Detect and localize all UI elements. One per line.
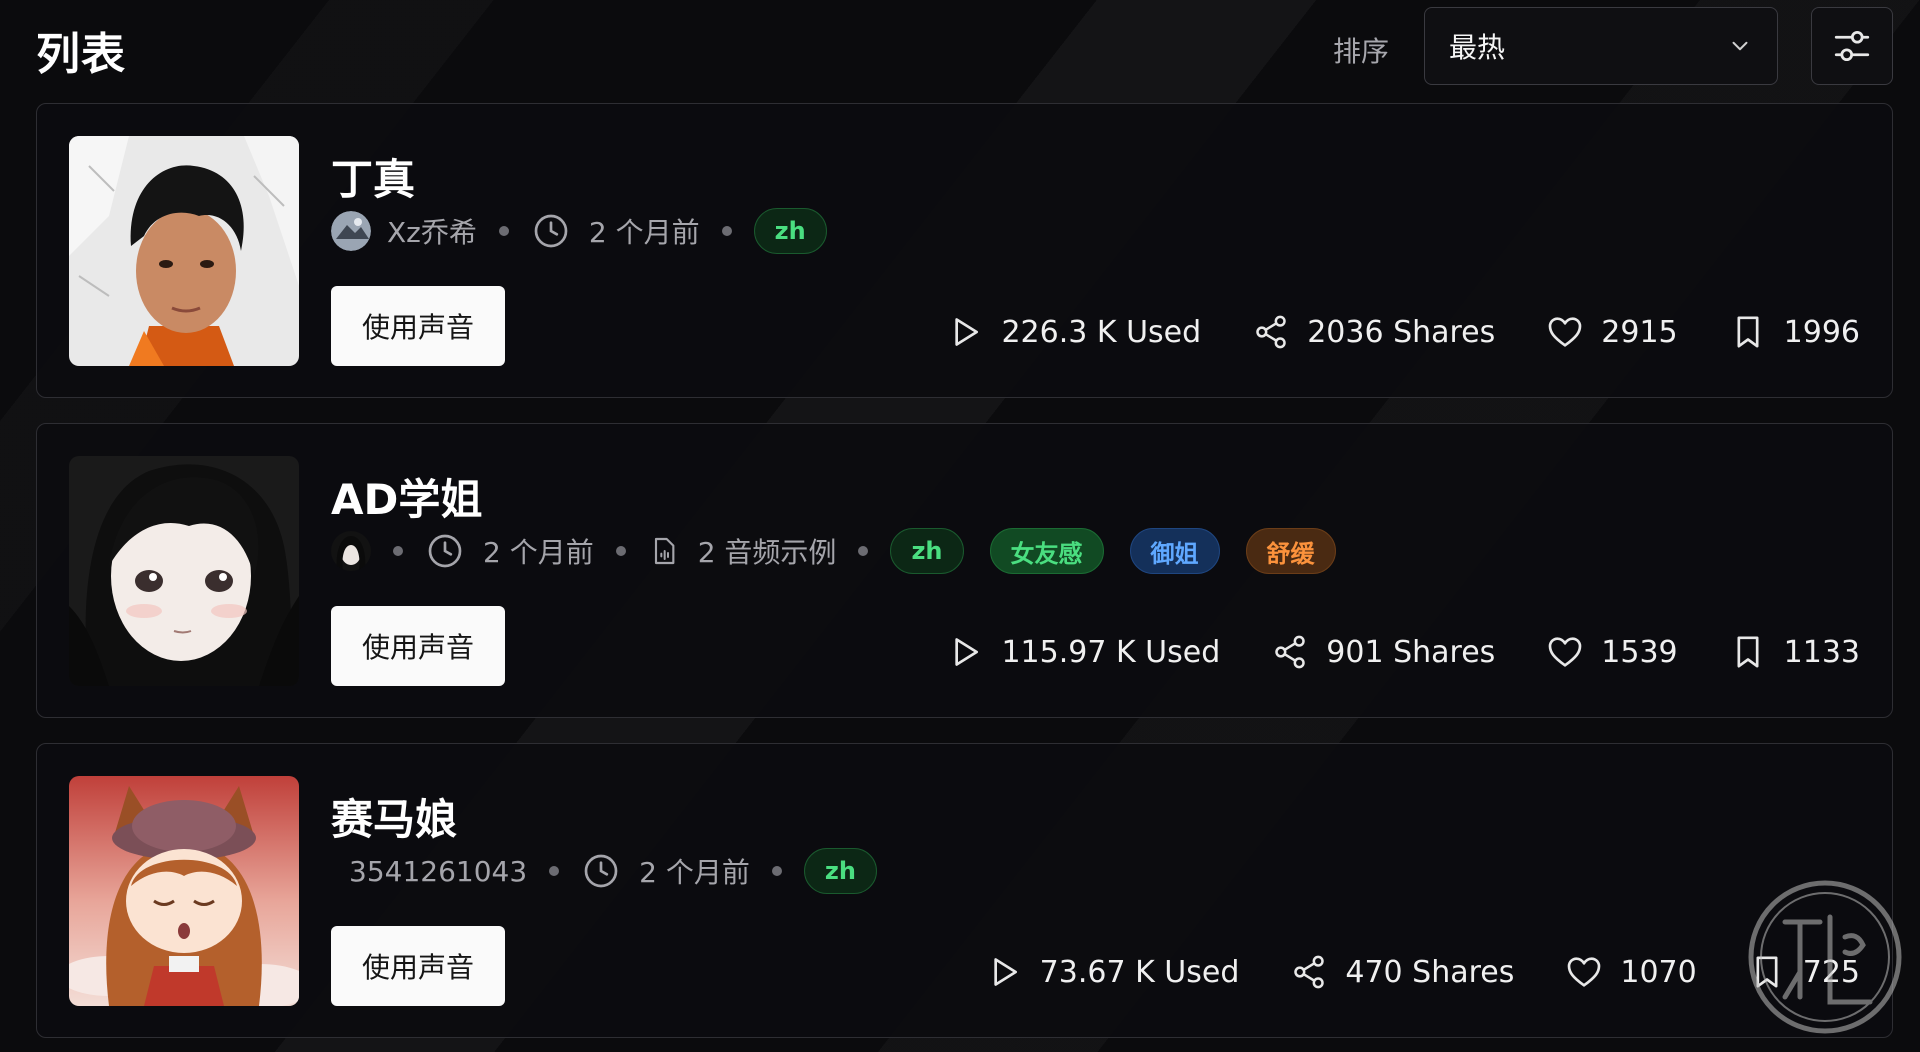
like-count: 1070 — [1620, 954, 1697, 990]
voice-name[interactable]: 赛马娘 — [331, 786, 457, 847]
share-count: 470 Shares — [1345, 954, 1515, 990]
like-stat[interactable]: 2915 — [1545, 312, 1678, 352]
used-stat[interactable]: 115.97 K Used — [945, 632, 1220, 672]
use-voice-button[interactable]: 使用声音 — [331, 286, 505, 366]
separator-dot — [615, 546, 626, 556]
voice-card[interactable]: 丁真 Xz乔希 2 个月前 zh 使用声音 226.3 K Used 2036 … — [36, 103, 1893, 398]
style-tag: 女友感 — [989, 528, 1104, 574]
separator-dot — [498, 226, 509, 236]
separator-dot — [858, 546, 869, 556]
filter-button[interactable] — [1811, 7, 1893, 85]
author-avatar[interactable] — [331, 531, 371, 571]
separator-dot — [549, 866, 560, 876]
sample-count: 2 音频示例 — [697, 536, 837, 569]
sort-select[interactable]: 最热 — [1424, 7, 1778, 85]
clock-icon — [531, 211, 571, 251]
share-stat[interactable]: 2036 Shares — [1251, 312, 1495, 352]
used-stat[interactable]: 226.3 K Used — [945, 312, 1201, 352]
style-tag: 御姐 — [1129, 528, 1220, 574]
voice-meta: 3541261043 2 个月前 zh — [349, 847, 903, 895]
voice-avatar[interactable] — [69, 456, 299, 686]
share-icon — [1289, 952, 1329, 992]
bookmark-icon — [1728, 312, 1768, 352]
heart-icon — [1545, 312, 1585, 352]
like-count: 2915 — [1601, 314, 1678, 350]
use-voice-button[interactable]: 使用声音 — [331, 926, 505, 1006]
style-tag: 舒缓 — [1245, 528, 1336, 574]
separator-dot — [721, 226, 732, 236]
used-count: 73.67 K Used — [1039, 954, 1240, 990]
share-icon — [1251, 312, 1291, 352]
chibi-horse-girl-image — [69, 776, 299, 1006]
page-header: 列表 排序 最热 — [0, 0, 1920, 100]
voice-avatar[interactable] — [69, 136, 299, 366]
audio-file-icon — [648, 535, 680, 567]
separator-dot — [393, 546, 403, 556]
author-name[interactable]: Xz乔希 — [387, 211, 477, 251]
author-name[interactable]: 3541261043 — [349, 855, 527, 888]
portrait-image — [69, 136, 299, 366]
bookmark-count: 1996 — [1783, 314, 1860, 350]
like-stat[interactable]: 1539 — [1545, 632, 1678, 672]
bookmark-count: 1133 — [1783, 634, 1860, 670]
share-stat[interactable]: 470 Shares — [1289, 952, 1514, 992]
voice-card[interactable]: 赛马娘 3541261043 2 个月前 zh 使用声音 73.67 K Use… — [36, 743, 1893, 1038]
sort-label: 排序 — [1333, 35, 1390, 68]
like-stat[interactable]: 1070 — [1564, 952, 1697, 992]
voice-meta: 2 个月前 2 音频示例 zh 女友感 御姐 舒缓 — [331, 527, 1362, 575]
play-icon — [945, 312, 985, 352]
like-count: 1539 — [1601, 634, 1678, 670]
voice-name[interactable]: AD学姐 — [331, 466, 482, 527]
voice-stats: 226.3 K Used 2036 Shares 2915 1996 — [895, 309, 1860, 355]
voice-card[interactable]: AD学姐 2 个月前 2 音频示例 zh 女友感 御姐 舒缓 使用声音 115.… — [36, 423, 1893, 718]
play-icon — [984, 952, 1024, 992]
page-title: 列表 — [36, 29, 126, 80]
sliders-icon — [1834, 30, 1870, 62]
share-icon — [1270, 632, 1310, 672]
share-count: 901 Shares — [1326, 634, 1496, 670]
share-stat[interactable]: 901 Shares — [1270, 632, 1495, 672]
created-time: 2 个月前 — [483, 536, 594, 569]
heart-icon — [1545, 632, 1585, 672]
sort-select-value: 最热 — [1449, 31, 1506, 64]
language-tag: zh — [753, 208, 827, 254]
chevron-down-icon — [1732, 41, 1748, 51]
language-tag: zh — [890, 528, 964, 574]
play-icon — [945, 632, 985, 672]
voice-stats: 115.97 K Used 901 Shares 1539 1133 — [895, 629, 1860, 675]
separator-dot — [771, 866, 782, 876]
voice-avatar[interactable] — [69, 776, 299, 1006]
language-tag: zh — [803, 848, 877, 894]
author-avatar[interactable] — [331, 211, 371, 251]
bookmark-stat[interactable]: 1996 — [1728, 312, 1860, 352]
used-count: 226.3 K Used — [1001, 314, 1202, 350]
voice-name[interactable]: 丁真 — [331, 146, 415, 207]
created-time: 2 个月前 — [639, 856, 750, 889]
clock-icon — [425, 531, 465, 571]
bookmark-stat[interactable]: 1133 — [1728, 632, 1860, 672]
share-count: 2036 Shares — [1307, 314, 1496, 350]
used-count: 115.97 K Used — [1001, 634, 1221, 670]
anime-girl-image — [69, 456, 299, 686]
created-time: 2 个月前 — [588, 216, 700, 249]
voice-meta: Xz乔希 2 个月前 zh — [331, 207, 853, 255]
heart-icon — [1564, 952, 1604, 992]
watermark-logo — [1748, 880, 1902, 1034]
clock-icon — [581, 851, 621, 891]
used-stat[interactable]: 73.67 K Used — [984, 952, 1240, 992]
bookmark-icon — [1728, 632, 1768, 672]
voice-stats: 73.67 K Used 470 Shares 1070 725 — [934, 949, 1860, 995]
use-voice-button[interactable]: 使用声音 — [331, 606, 505, 686]
